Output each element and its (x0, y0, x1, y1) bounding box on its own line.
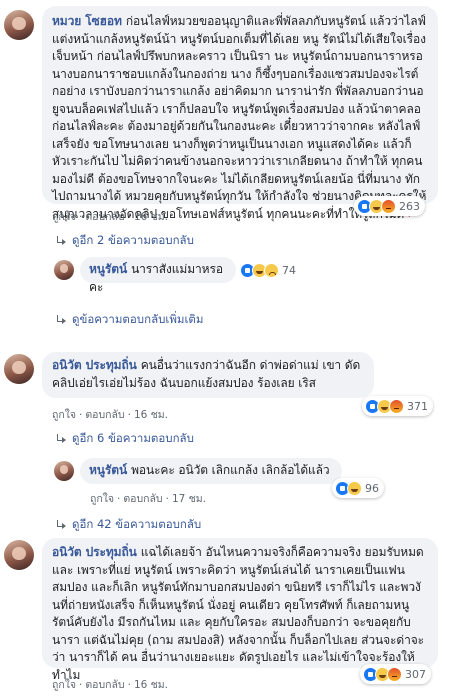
reaction-count: 74 (282, 263, 296, 277)
reply-arrow-icon (56, 315, 66, 325)
reply-bubble: หนูรัตน์ พอนะคะ อนิวัต เลิกแกล้ง เลิกล้อไ… (80, 458, 342, 484)
reaction-summary[interactable]: 263 (354, 196, 425, 216)
comment-body: แฉได้เลยจ้า อันไหนความจริงก็คือความจริง … (52, 545, 425, 682)
view-more-replies[interactable]: ดูข้อความตอบกลับเพิ่มเติม (56, 311, 203, 329)
reply-text: หนูรัตน์ นาราสังแม่มาหรอคะ (89, 261, 227, 296)
reply-body: พอนะคะ อนิวัต เลิกแกล้ง เลิกล้อได้แล้ว (131, 463, 330, 477)
reply-author[interactable]: หนูรัตน์ (89, 262, 127, 276)
angry-reaction-icon (381, 198, 396, 214)
like-link[interactable]: ถูกใจ (52, 211, 76, 223)
comment-actions: ถูกใจ · ตอบกลับ · 16 ชม. (52, 211, 169, 223)
reaction-count: 263 (399, 199, 420, 213)
reply-link[interactable]: ตอบกลับ (123, 493, 162, 505)
comment-time: 16 ชม. (133, 679, 169, 691)
reply-link[interactable]: ตอบกลับ (85, 211, 124, 223)
reply-author[interactable]: หนูรัตน์ (89, 463, 127, 477)
reply-reaction-summary[interactable]: 74 (238, 260, 298, 280)
comment-author[interactable]: อนิวัต ประทุมถิ่น (52, 545, 137, 559)
comment-text: อนิวัต ประทุมถิ่น แฉได้เลยจ้า อันไหนความจ… (52, 544, 428, 684)
comment-time: 16 ชม. (133, 409, 169, 421)
like-link[interactable]: ถูกใจ (52, 409, 76, 421)
reply-arrow-icon (56, 434, 66, 444)
view-more-replies-label: ดูอีก 6 ข้อความตอบกลับ (72, 431, 194, 445)
angry-reaction-icon (389, 398, 404, 414)
reaction-summary[interactable]: 371 (362, 396, 433, 416)
comment-bubble: อนิวัต ประทุมถิ่น แฉได้เลยจ้า อันไหนความจ… (42, 538, 438, 682)
comment-actions: ถูกใจ · ตอบกลับ · 16 ชม. (52, 679, 169, 691)
avatar[interactable] (4, 10, 34, 40)
like-link[interactable]: ถูกใจ (52, 679, 76, 691)
reaction-count: 371 (407, 399, 428, 413)
comment-bubble: หมวย โซฮอท ก่อนไลฟ์หมวยขออนุญาติและพี่พัล… (42, 6, 438, 221)
reply-bubble: หนูรัตน์ นาราสังแม่มาหรอคะ (80, 257, 236, 294)
reply-link[interactable]: ตอบกลับ (85, 409, 124, 421)
comment-author[interactable]: อนิวัต ประทุมถิ่น (52, 358, 137, 372)
view-more-replies[interactable]: ดูอีก 2 ข้อความตอบกลับ (56, 232, 194, 250)
reply-link[interactable]: ตอบกลับ (85, 679, 124, 691)
comment-thread: หมวย โซฮอท ก่อนไลฟ์หมวยขออนุญาติและพี่พัล… (0, 0, 450, 696)
sad-reaction-icon (264, 262, 279, 278)
comment-text: หมวย โซฮอท ก่อนไลฟ์หมวยขออนุญาติและพี่พัล… (52, 13, 428, 223)
comment-text: อนิวัต ประทุมถิ่น คนอื่นว่าแรงกว่าฉันอีก … (52, 357, 364, 392)
reply-reaction-summary[interactable]: 96 (332, 478, 384, 498)
avatar[interactable] (54, 260, 74, 280)
reaction-count: 307 (405, 667, 426, 681)
view-more-replies-label: ดูอีก 2 ข้อความตอบกลับ (72, 233, 194, 247)
comment-bubble: อนิวัต ประทุมถิ่น คนอื่นว่าแรงกว่าฉันอีก … (42, 352, 374, 398)
reaction-count: 96 (365, 481, 379, 495)
avatar[interactable] (4, 540, 34, 570)
reply-arrow-icon (56, 520, 66, 530)
haha-reaction-icon (347, 480, 362, 496)
reply-text: หนูรัตน์ พอนะคะ อนิวัต เลิกแกล้ง เลิกล้อไ… (89, 462, 333, 480)
view-more-replies-label: ดูข้อความตอบกลับเพิ่มเติม (72, 312, 204, 326)
comment-author[interactable]: หมวย โซฮอท (52, 14, 122, 28)
view-more-replies[interactable]: ดูอีก 42 ข้อความตอบกลับ (56, 516, 201, 534)
comment-body: ก่อนไลฟ์หมวยขออนุญาติและพี่พัลลภกับหนูรั… (52, 14, 427, 221)
reply-arrow-icon (56, 236, 66, 246)
comment-time: 16 ชม. (133, 211, 169, 223)
view-more-replies[interactable]: ดูอีก 6 ข้อความตอบกลับ (56, 430, 194, 448)
avatar[interactable] (4, 354, 34, 384)
reply-time: 17 ชม. (171, 493, 207, 505)
avatar[interactable] (54, 461, 74, 481)
view-more-replies-label: ดูอีก 42 ข้อความตอบกลับ (72, 517, 202, 531)
reaction-summary[interactable]: 307 (360, 664, 431, 684)
reply-actions: ถูกใจ · ตอบกลับ · 17 ชม. (90, 493, 207, 505)
angry-reaction-icon (387, 666, 402, 682)
comment-actions: ถูกใจ · ตอบกลับ · 16 ชม. (52, 409, 169, 421)
like-link[interactable]: ถูกใจ (90, 493, 114, 505)
